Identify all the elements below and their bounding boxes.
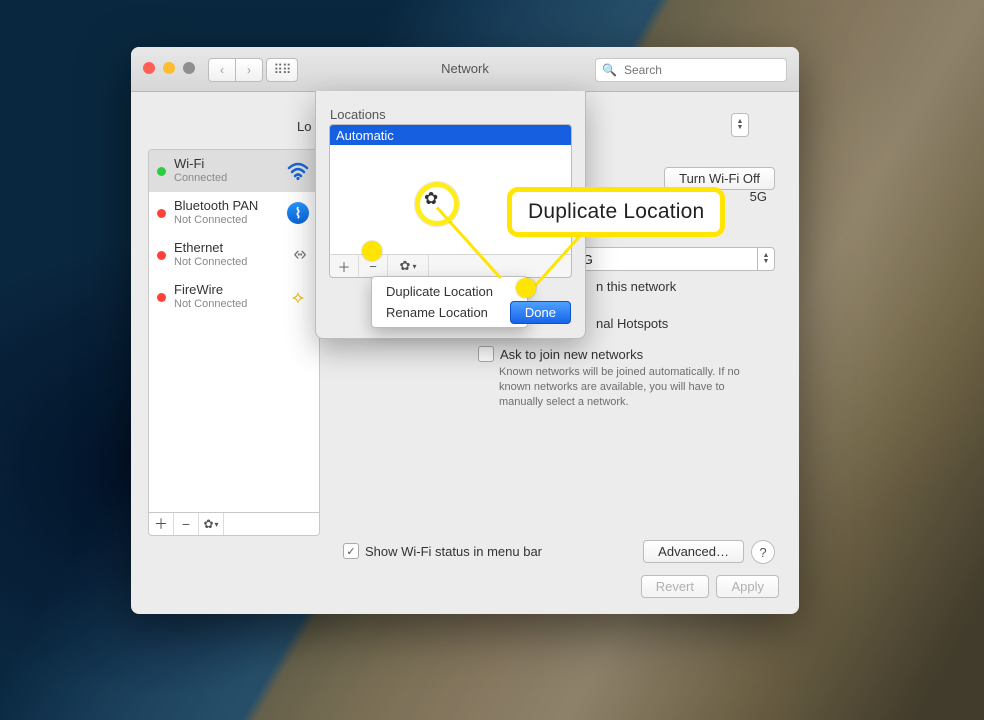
sidebar-item-ethernet[interactable]: Ethernet Not Connected ‹··› — [149, 234, 319, 276]
annotation-highlight-dot — [362, 241, 382, 261]
location-label-fragment: Lo — [297, 119, 311, 134]
annotation-callout-label: Duplicate Location — [512, 192, 720, 232]
status-dot — [157, 209, 166, 218]
show-status-row: ✓ Show Wi-Fi status in menu bar — [343, 543, 542, 559]
sidebar-item-label: Ethernet — [174, 241, 277, 256]
gear-icon: ✿ — [203, 517, 213, 531]
add-location-button[interactable]: ＋ — [330, 255, 359, 277]
status-dot — [157, 293, 166, 302]
remove-service-button[interactable]: − — [174, 513, 199, 535]
sidebar-item-bluetooth-pan[interactable]: Bluetooth PAN Not Connected ⌇ — [149, 192, 319, 234]
sidebar-item-label: Wi-Fi — [174, 157, 277, 172]
search-input[interactable] — [622, 62, 781, 78]
show-status-checkbox[interactable]: ✓ — [343, 543, 359, 559]
chevron-down-icon: ▼ — [737, 125, 744, 131]
sidebar-item-label: FireWire — [174, 283, 277, 298]
gear-icon: ✿ — [400, 258, 411, 274]
search-icon: 🔍 — [602, 63, 617, 77]
done-button[interactable]: Done — [510, 301, 571, 324]
ask-to-join-label: Ask to join new networks — [500, 347, 643, 362]
services-sidebar: Wi-Fi Connected Bluetooth PAN Not Connec… — [148, 149, 320, 536]
chevron-down-icon: ▾ — [215, 520, 219, 529]
ask-to-join-help: Known networks will be joined automatica… — [499, 365, 749, 410]
firewire-icon: ⟡ — [285, 284, 311, 310]
locations-label: Locations — [330, 107, 386, 122]
sidebar-item-status: Not Connected — [174, 256, 277, 269]
sidebar-item-status: Not Connected — [174, 214, 277, 227]
ask-to-join-checkbox[interactable] — [478, 346, 494, 362]
fragment-text: nal Hotspots — [596, 316, 668, 331]
service-actions-button[interactable]: ✿ ▾ — [199, 513, 224, 535]
add-service-button[interactable]: ＋ — [149, 513, 174, 535]
status-dot — [157, 167, 166, 176]
sidebar-item-wifi[interactable]: Wi-Fi Connected — [149, 150, 319, 192]
status-dot — [157, 251, 166, 260]
turn-wifi-off-button[interactable]: Turn Wi-Fi Off — [664, 167, 775, 190]
chevron-down-icon: ▾ — [412, 262, 416, 271]
network-name-select[interactable]: 8-5G ▲▼ — [555, 247, 775, 271]
ask-to-join-row: Ask to join new networks — [478, 346, 643, 362]
wifi-icon — [285, 158, 311, 184]
ethernet-icon: ‹··› — [285, 242, 311, 268]
sidebar-item-status: Not Connected — [174, 298, 277, 311]
fragment-text: n this network — [596, 279, 676, 294]
sidebar-item-label: Bluetooth PAN — [174, 199, 277, 214]
preferences-window: ‹ › ⠿⠿ Network 🔍 Lo ▲ ▼ Wi-Fi Co — [131, 47, 799, 614]
annotation-highlight-dot — [516, 278, 536, 298]
location-row[interactable]: Automatic — [330, 125, 571, 145]
sidebar-item-status: Connected — [174, 172, 277, 185]
location-actions-button[interactable]: ✿ ▾ — [388, 255, 429, 277]
sidebar-footer: ＋ − ✿ ▾ — [149, 512, 319, 535]
menu-item-rename[interactable]: Rename Location — [372, 302, 527, 323]
menu-item-duplicate[interactable]: Duplicate Location — [372, 281, 527, 302]
search-field-wrap[interactable]: 🔍 — [595, 58, 787, 82]
revert-button[interactable]: Revert — [641, 575, 709, 598]
titlebar: ‹ › ⠿⠿ Network 🔍 — [131, 47, 799, 92]
help-icon: ? — [759, 545, 766, 560]
stepper-icon: ▲▼ — [757, 248, 774, 270]
apply-button[interactable]: Apply — [716, 575, 779, 598]
sidebar-item-firewire[interactable]: FireWire Not Connected ⟡ — [149, 276, 319, 318]
show-status-label: Show Wi-Fi status in menu bar — [365, 544, 542, 559]
bluetooth-icon: ⌇ — [285, 200, 311, 226]
advanced-button[interactable]: Advanced… — [643, 540, 744, 563]
location-stepper[interactable]: ▲ ▼ — [731, 113, 749, 137]
location-actions-menu: Duplicate Location Rename Location — [371, 276, 528, 328]
help-button[interactable]: ? — [751, 540, 775, 564]
gear-icon: ✿ — [424, 189, 438, 209]
fragment-text: 5G — [750, 189, 767, 204]
